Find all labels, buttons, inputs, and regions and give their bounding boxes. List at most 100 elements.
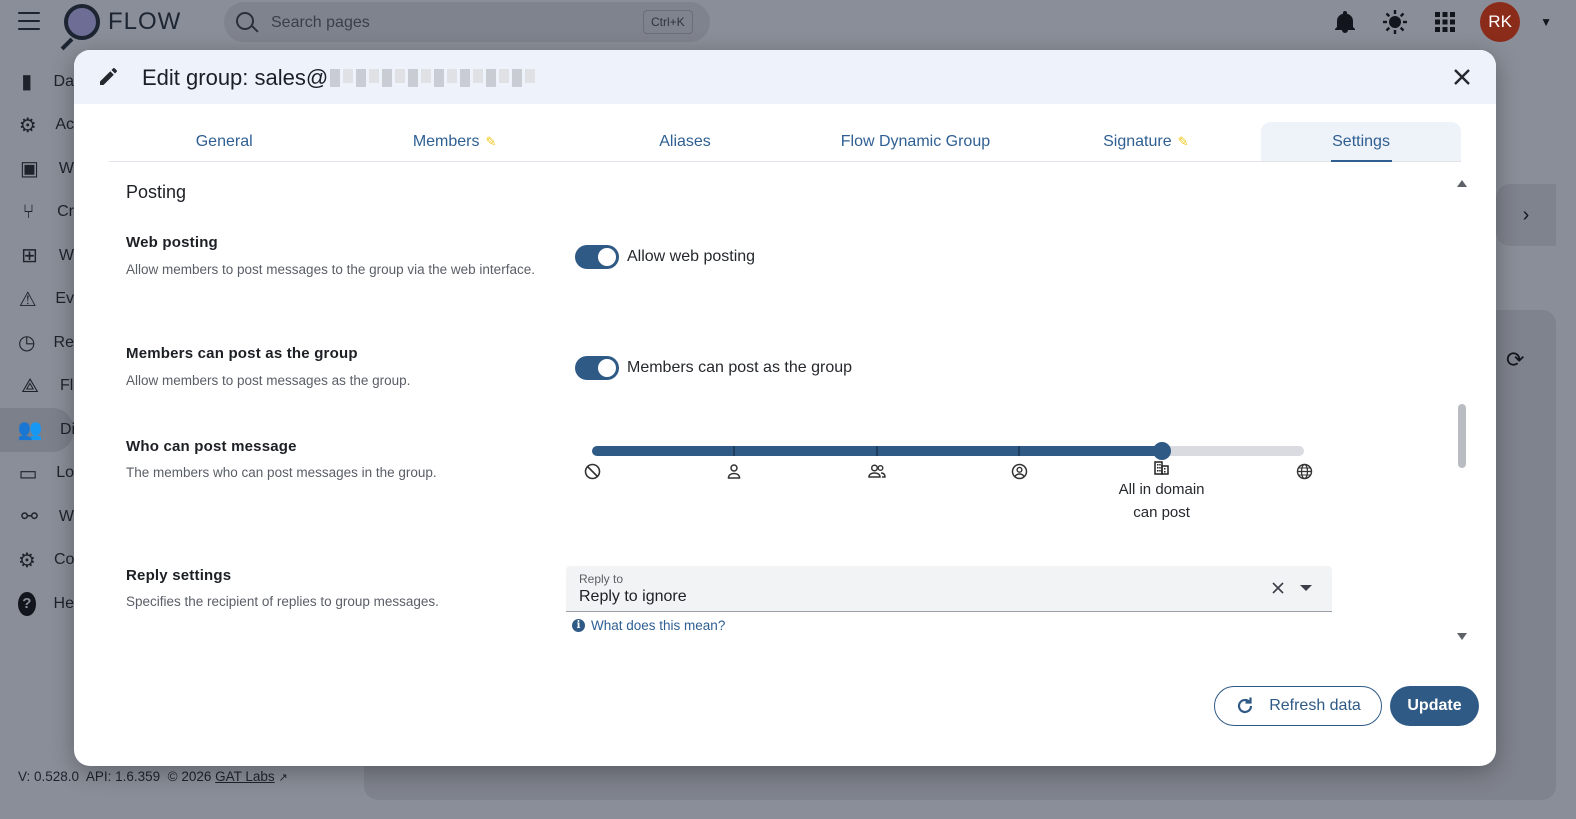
reply-to-select[interactable]: Reply to Reply to ignore — [566, 566, 1332, 612]
footer: V: 0.528.0 API: 1.6.359 © 2026 GAT Labs … — [18, 769, 288, 784]
tab-signature[interactable]: Signature ✎ — [1031, 122, 1261, 161]
scroll-up-icon[interactable] — [1457, 180, 1467, 187]
close-icon[interactable] — [1450, 65, 1474, 89]
edited-pencil-icon: ✎ — [485, 133, 497, 149]
sidebar-item[interactable]: ▣ W — [0, 147, 74, 191]
dialog-header: Edit group: sales@ — [74, 50, 1496, 104]
tab-aliases[interactable]: Aliases — [570, 122, 800, 161]
user-avatar[interactable]: RK — [1480, 2, 1521, 42]
bar-chart-icon: ▮ — [21, 71, 33, 94]
sitemap-icon: ⊞ — [21, 245, 38, 268]
graph-icon: ⟁ — [21, 374, 39, 397]
block-icon[interactable] — [583, 462, 601, 480]
web-posting-toggle-label[interactable]: Allow web posting — [627, 248, 755, 266]
sidebar-item-label: Cr — [57, 203, 74, 221]
sidebar-item-label: Da — [53, 72, 74, 90]
clock-icon: ◷ — [18, 332, 36, 355]
edited-pencil-icon: ✎ — [1177, 133, 1189, 149]
selected-level-line1: All in domain — [1118, 481, 1205, 498]
post-as-group-toggle-label[interactable]: Members can post as the group — [627, 359, 852, 377]
help-icon: ? — [18, 591, 36, 616]
post-as-group-toggle[interactable] — [575, 356, 619, 380]
domain-icon[interactable] — [1153, 459, 1171, 477]
tab-label: Signature — [1103, 132, 1172, 150]
sidebar-item[interactable]: ⊞ W — [0, 234, 74, 278]
section-title-posting: Posting — [126, 182, 187, 202]
slider-thumb[interactable] — [1152, 442, 1171, 460]
tab-label: Settings — [1332, 132, 1390, 150]
sidebar-item[interactable]: ? He — [0, 582, 74, 626]
scroll-down-icon[interactable] — [1457, 633, 1467, 640]
sun-icon[interactable] — [1380, 7, 1410, 37]
search-icon — [236, 12, 254, 30]
sidebar-item[interactable]: ⟁ Fl — [0, 365, 74, 409]
web-posting-toggle[interactable] — [575, 245, 619, 269]
refresh-data-button[interactable]: Refresh data — [1214, 686, 1382, 726]
dialog-title: Edit group: sales@ — [142, 65, 536, 91]
sidebar-item[interactable]: ⚙ Co — [0, 539, 74, 583]
sidebar-item[interactable]: ▮ Da — [0, 60, 74, 104]
bell-icon[interactable] — [1330, 7, 1360, 37]
company-link[interactable]: GAT Labs — [215, 769, 275, 784]
sidebar-item-label: W — [58, 507, 74, 525]
external-link-icon: ↗ — [278, 772, 288, 784]
sidebar-item-label: Fl — [60, 377, 74, 395]
help-link[interactable]: i What does this mean? — [572, 618, 725, 633]
search-input[interactable]: Search pages — [271, 14, 370, 32]
sidebar-item-label: W — [58, 246, 74, 264]
tab-label: Flow Dynamic Group — [840, 132, 991, 150]
sidebar-item-label: W — [58, 159, 74, 177]
slider-tick — [733, 446, 736, 456]
sidebar-item[interactable]: ◷ Re — [0, 321, 74, 365]
post-as-group-description: Allow members to post messages as the gr… — [126, 373, 411, 388]
sidebar-item[interactable]: 👥 Di — [0, 408, 76, 452]
refresh-icon — [1238, 697, 1253, 714]
globe-icon[interactable] — [1295, 462, 1313, 480]
tab-settings[interactable]: Settings — [1261, 122, 1462, 162]
help-link-text[interactable]: What does this mean? — [591, 618, 725, 633]
scroll-thumb[interactable] — [1458, 404, 1466, 468]
menu-icon[interactable] — [18, 12, 40, 32]
sidebar-item-label: Ac — [55, 116, 74, 134]
refresh-data-label: Refresh data — [1269, 697, 1361, 714]
tab-flow-dynamic-group[interactable]: Flow Dynamic Group — [800, 122, 1030, 161]
gear-icon: ⚙ — [18, 549, 36, 572]
account-circle-icon[interactable] — [1010, 462, 1028, 480]
users-icon: 👥 — [17, 419, 43, 442]
tab-label: Aliases — [659, 132, 711, 150]
search-bar[interactable]: Search pages Ctrl+K — [224, 2, 710, 42]
dialog-title-text: Edit group: sales@ — [142, 65, 329, 90]
sidebar-item-label: Lo — [56, 464, 74, 482]
apps-grid-icon[interactable] — [1430, 7, 1460, 37]
clear-icon[interactable] — [1270, 580, 1286, 596]
tab-members[interactable]: Members ✎ — [339, 122, 569, 161]
pencil-icon — [100, 68, 117, 85]
who-can-post-slider[interactable] — [592, 442, 1304, 460]
sidebar-item-label: Di — [60, 420, 76, 438]
chevron-right-icon[interactable]: › — [1496, 184, 1556, 246]
tab-general[interactable]: General — [109, 122, 339, 161]
sidebar-item[interactable]: ▭ Lo — [0, 452, 74, 496]
sidebar-item[interactable]: ⑂ Cr — [0, 191, 74, 235]
chevron-down-icon[interactable]: ▼ — [1540, 15, 1552, 29]
slider-tick — [1018, 446, 1021, 456]
sidebar-item-label: He — [53, 594, 74, 612]
update-button[interactable]: Update — [1390, 686, 1479, 726]
person-icon[interactable] — [725, 462, 743, 480]
refresh-icon[interactable]: ⟳ — [1506, 347, 1524, 373]
sidebar-item[interactable]: ⚠ Ev — [0, 278, 74, 322]
post-as-group-title: Members can post as the group — [126, 345, 358, 362]
account-gear-icon: ⚙ — [18, 114, 37, 137]
edit-group-dialog: Edit group: sales@ General Members ✎ Aliase… — [74, 50, 1496, 766]
selected-level-label: All in domain can post — [1107, 478, 1217, 524]
dropdown-arrow-icon[interactable] — [1300, 585, 1312, 591]
app-logo[interactable]: FLOW — [64, 4, 181, 40]
people-icon[interactable] — [868, 462, 886, 480]
tab-label: General — [195, 132, 253, 150]
version: V: 0.528.0 — [18, 769, 80, 784]
sidebar-item[interactable]: ⚙ Ac — [0, 104, 74, 148]
dialog-scrollbar[interactable] — [1454, 180, 1470, 640]
selected-level-line2: can post — [1133, 504, 1190, 521]
sidebar-item[interactable]: ⚯ W — [0, 495, 74, 539]
flow-logo-icon — [64, 4, 100, 40]
